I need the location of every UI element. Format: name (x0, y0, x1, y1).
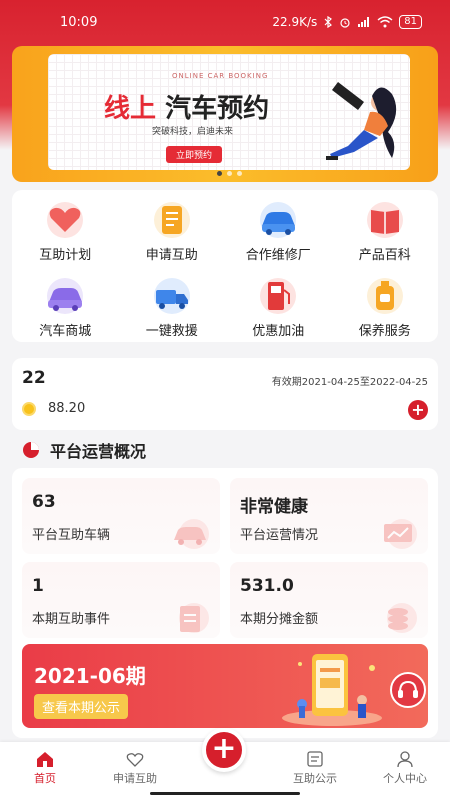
period-banner[interactable]: 2021-06期 查看本期公示 (22, 644, 428, 728)
grid-item-fuel-discount[interactable]: 优惠加油 (225, 266, 332, 342)
grid-item-maintenance[interactable]: 保养服务 (332, 266, 439, 342)
phone-illustration (282, 654, 382, 726)
grid-item-product-wiki[interactable]: 产品百科 (332, 190, 439, 266)
handshake-icon (126, 753, 144, 767)
carousel-dot[interactable] (227, 171, 232, 176)
grid-label: 产品百科 (358, 248, 411, 263)
banner-slogan: 突破科技，启迪未来 (152, 127, 234, 137)
bluetooth-icon (324, 16, 333, 28)
status-icons: 22.9K/s 81 (272, 15, 422, 29)
grid-label: 合作维修厂 (245, 248, 311, 263)
tow-truck-icon (153, 278, 190, 314)
fuel-pump-icon (260, 278, 297, 314)
grid-item-apply-aid[interactable]: 申请互助 (119, 190, 226, 266)
stat-value: 63 (32, 492, 56, 512)
carousel-dot[interactable] (217, 171, 222, 176)
banner-subtitle: ONLINE CAR BOOKING (172, 72, 269, 80)
nav-label: 互助公示 (293, 772, 337, 785)
grid-label: 保养服务 (358, 324, 411, 339)
stat-amount[interactable]: 531.0 本期分摊金额 (230, 562, 428, 638)
center-add-button[interactable]: + (202, 728, 246, 772)
laptop-illustration (326, 82, 397, 160)
section-title: 平台运营概况 (50, 442, 147, 461)
view-announcement-button[interactable]: 查看本期公示 (34, 694, 129, 719)
stat-value: 1 (32, 576, 44, 596)
banner-title-rest: 汽车预约 (165, 94, 270, 124)
stat-label: 平台互助车辆 (32, 528, 111, 543)
status-bar: 10:09 22.9K/s 81 (0, 0, 450, 44)
banner-title-highlight: 线上 (104, 94, 157, 124)
banner-title: 线上 汽车预约 (104, 88, 269, 125)
grid-label: 申请互助 (145, 248, 198, 263)
carousel-dots (217, 171, 242, 176)
grid-label: 优惠加油 (252, 324, 305, 339)
coin-icon (22, 402, 36, 416)
stat-label: 本期分摊金额 (240, 612, 319, 627)
book-icon (366, 202, 403, 238)
nav-profile[interactable]: 个人中心 (360, 742, 450, 800)
status-time: 10:09 (60, 14, 98, 30)
grid-item-car-mall[interactable]: 汽车商城 (12, 266, 119, 342)
user-icon (397, 751, 413, 768)
member-card[interactable]: 22 有效期2021-04-25至2022-04-25 88.20 + (12, 358, 438, 430)
network-speed: 22.9K/s (272, 15, 318, 29)
feature-grid: 互助计划 申请互助 合作维修厂 产品百科 汽车商城 一键救援 优惠加油 保养服务 (12, 190, 438, 342)
nav-label: 申请互助 (113, 772, 157, 785)
add-button[interactable]: + (408, 400, 428, 420)
battery-indicator: 81 (399, 15, 422, 29)
nav-home[interactable]: 首页 (0, 742, 90, 800)
carousel-dot[interactable] (237, 171, 242, 176)
grid-item-mutual-plan[interactable]: 互助计划 (12, 190, 119, 266)
headset-icon (398, 680, 418, 698)
grid-item-rescue[interactable]: 一键救援 (119, 266, 226, 342)
stat-value: 非常健康 (240, 497, 308, 517)
oil-can-icon (366, 278, 403, 314)
grid-label: 一键救援 (145, 324, 198, 339)
clipboard-icon (179, 603, 209, 633)
coins-icon (387, 603, 417, 633)
customer-service-button[interactable] (390, 672, 426, 708)
home-indicator (150, 792, 300, 795)
grid-label: 汽车商城 (39, 324, 92, 339)
validity-period: 有效期2021-04-25至2022-04-25 (271, 377, 428, 388)
alarm-icon (340, 18, 350, 28)
promo-banner[interactable]: ONLINE CAR BOOKING 线上 汽车预约 (12, 46, 438, 182)
wifi-icon (377, 16, 393, 28)
pie-chart-icon (23, 442, 39, 458)
stat-vehicles[interactable]: 63 平台互助车辆 (22, 478, 220, 554)
car-icon (174, 519, 209, 549)
stat-label: 本期互助事件 (32, 612, 111, 627)
stat-events[interactable]: 1 本期互助事件 (22, 562, 220, 638)
member-id: 22 (22, 368, 46, 388)
nav-label: 个人中心 (383, 772, 427, 785)
heart-hands-icon (47, 202, 84, 238)
book-now-button[interactable]: 立即预约 (166, 146, 223, 163)
repair-car-icon (260, 202, 297, 238)
balance-value: 88.20 (48, 401, 86, 416)
grid-label: 互助计划 (39, 248, 92, 263)
car-icon (47, 278, 84, 314)
home-icon (37, 752, 53, 767)
chart-board-icon (384, 519, 417, 549)
stat-value: 531.0 (240, 576, 294, 596)
overview-card: 63 平台互助车辆 非常健康 平台运营情况 1 本期互助事件 531.0 本期分… (12, 468, 438, 738)
nav-label: 首页 (34, 772, 56, 785)
stat-label: 平台运营情况 (240, 528, 319, 543)
grid-item-repair-shop[interactable]: 合作维修厂 (225, 190, 332, 266)
period-title: 2021-06期 (34, 664, 146, 688)
section-header: 平台运营概况 (22, 438, 146, 462)
document-icon (307, 751, 323, 767)
form-icon (153, 202, 190, 238)
signal-icon (358, 17, 370, 27)
stat-operation[interactable]: 非常健康 平台运营情况 (230, 478, 428, 554)
